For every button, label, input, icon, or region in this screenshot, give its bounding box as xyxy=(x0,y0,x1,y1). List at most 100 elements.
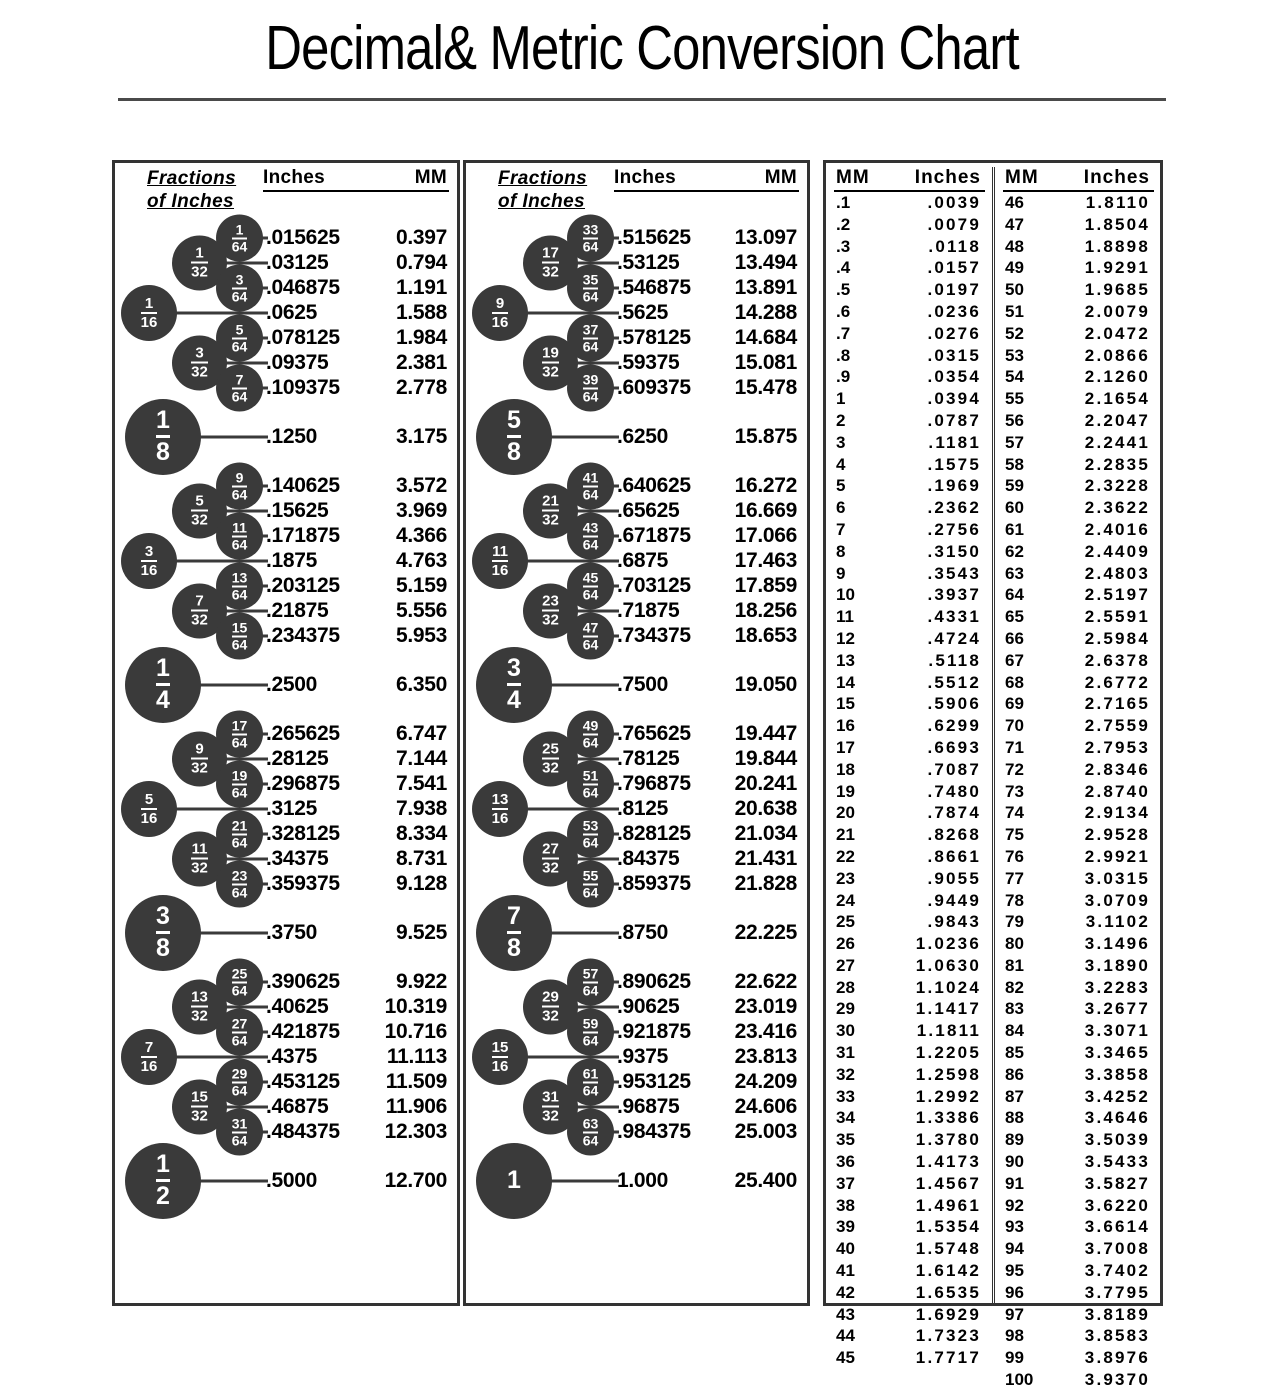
header-mm: MM xyxy=(414,167,447,188)
inches-cell: 1.8110 xyxy=(1085,193,1150,212)
fraction-row: 25 32 .78125 19.844 xyxy=(466,731,807,786)
fraction-numerator: 55 xyxy=(582,867,599,883)
mm-cell: 89 xyxy=(1005,1130,1024,1150)
mm-cell: 33 xyxy=(836,1086,855,1106)
inches-value: .09375 xyxy=(266,350,329,374)
mm-table-row: 18 .7087 xyxy=(834,760,985,782)
fraction-bubble: 5 16 xyxy=(121,780,177,837)
mm-table-row: 3 .1181 xyxy=(834,433,985,455)
mm-cell: 77 xyxy=(1005,868,1024,888)
fraction-denominator: 16 xyxy=(491,807,509,827)
leader-line xyxy=(524,1055,619,1058)
mm-cell: 11 xyxy=(836,607,854,627)
fraction-numerator: 49 xyxy=(582,717,599,733)
fraction-denominator: 8 xyxy=(156,435,170,465)
mm-table-row: 57 2.2441 xyxy=(1003,433,1154,455)
mm-cell: 90 xyxy=(1005,1152,1024,1172)
mm-table-row: 31 1.2205 xyxy=(834,1043,985,1065)
mm-table-row: 92 3.6220 xyxy=(1003,1196,1154,1218)
mm-cell: 10 xyxy=(836,585,855,605)
mm-table-row: 10 .3937 xyxy=(834,585,985,607)
inches-value: .421875 xyxy=(266,1019,340,1043)
inches-cell: 1.6142 xyxy=(915,1261,981,1281)
fraction-numerator: 9 xyxy=(235,469,244,485)
mm-value: 3.572 xyxy=(395,473,447,497)
inches-cell: 2.4409 xyxy=(1084,541,1150,561)
mm-table-row: 80 3.1496 xyxy=(1003,934,1154,956)
mm-cell: 21 xyxy=(836,825,855,845)
fraction-row: 11 16 .6875 17.463 xyxy=(466,532,807,589)
mm-table-row: 75 2.9528 xyxy=(1003,825,1154,847)
mm-cell: 70 xyxy=(1005,716,1024,736)
inches-value: .1250 xyxy=(266,424,318,448)
leader-line xyxy=(223,361,268,364)
leader-line xyxy=(550,1179,619,1182)
fraction-numerator: 33 xyxy=(582,221,599,237)
fraction-bubble: 1 xyxy=(476,1142,552,1219)
fraction-numerator: 19 xyxy=(542,344,559,362)
inches-cell: 1.1811 xyxy=(916,1021,981,1041)
mm-value: 5.159 xyxy=(395,573,447,597)
fraction-bubble: 15 16 xyxy=(472,1028,528,1085)
inches-value: .96875 xyxy=(617,1094,680,1118)
fraction-numerator: 19 xyxy=(231,767,248,783)
fraction-denominator: 64 xyxy=(582,237,599,254)
mm-table-row: 40 1.5748 xyxy=(834,1239,985,1261)
inches-cell: .6693 xyxy=(927,737,981,757)
fraction-denominator: 64 xyxy=(231,635,248,652)
fraction-denominator: 64 xyxy=(582,585,599,602)
fraction-denominator: 32 xyxy=(542,361,559,381)
leader-line xyxy=(574,609,619,612)
mm-table-row: 58 2.2835 xyxy=(1003,455,1154,477)
mm-cell: 40 xyxy=(836,1239,855,1259)
inches-cell: .9055 xyxy=(927,868,981,888)
mm-value: 6.350 xyxy=(395,672,447,696)
mm-cell: 79 xyxy=(1005,912,1024,932)
mm-cell: 51 xyxy=(1005,301,1024,321)
inches-cell: 3.1890 xyxy=(1084,955,1150,975)
fraction-denominator: 32 xyxy=(191,609,208,629)
mm-value: 4.763 xyxy=(395,548,447,572)
leader-line xyxy=(223,757,268,760)
inches-cell: .9843 xyxy=(927,912,981,932)
mm-value: 15.875 xyxy=(734,424,798,448)
fraction-row: 57 64 .890625 22.622 xyxy=(466,958,807,1005)
mm-table-row: 32 1.2598 xyxy=(834,1065,985,1087)
fraction-bubble: 35 64 xyxy=(567,264,614,311)
fraction-numerator: 37 xyxy=(582,321,599,337)
inches-cell: 2.5984 xyxy=(1084,628,1150,648)
leader-line xyxy=(574,1105,619,1108)
inches-cell: 3.2677 xyxy=(1084,999,1150,1019)
mm-table-row: 47 1.8504 xyxy=(1003,215,1154,237)
fraction-numerator: 39 xyxy=(582,371,599,387)
fraction-numerator: 57 xyxy=(582,965,599,981)
mm-cell: 83 xyxy=(1005,999,1024,1019)
fraction-row: 63 64.984375 25.003 xyxy=(466,1108,807,1155)
mm-cell: 94 xyxy=(1005,1239,1024,1259)
mm-table-row: 27 1.0630 xyxy=(834,956,985,978)
mm-table-row: 30 1.1811 xyxy=(834,1021,985,1043)
fraction-denominator: 16 xyxy=(491,311,509,331)
fraction-bubble: 12 xyxy=(125,1142,201,1219)
inches-value: .171875 xyxy=(266,523,340,547)
fraction-row: 47 64.734375 18.653 xyxy=(466,612,807,659)
inches-cell: 1.7717 xyxy=(915,1348,981,1368)
inches-cell: 2.2047 xyxy=(1084,410,1150,430)
fraction-numerator: 1 xyxy=(195,244,204,262)
inches-cell: 2.1260 xyxy=(1084,367,1150,387)
fraction-row: 27 32 .84375 21.431 xyxy=(466,831,807,886)
mm-table-row: 23 .9055 xyxy=(834,869,985,891)
fraction-numerator: 35 xyxy=(582,271,599,287)
leader-line xyxy=(199,931,268,934)
mm-table-row: 59 2.3228 xyxy=(1003,476,1154,498)
fraction-numerator: 3 xyxy=(195,344,204,362)
fraction-denominator: 64 xyxy=(582,337,599,354)
fraction-panel-first-half: Fractions of Inches Inches MM 1 64.015625… xyxy=(112,160,460,1306)
inches-value: .84375 xyxy=(617,846,680,870)
mm-cell: 42 xyxy=(836,1282,855,1302)
mm-cell: 100 xyxy=(1005,1370,1034,1390)
leader-line xyxy=(550,683,619,686)
fraction-numerator: 47 xyxy=(582,619,599,635)
mm-table-row: 93 3.6614 xyxy=(1003,1217,1154,1239)
inches-value: .953125 xyxy=(617,1069,691,1093)
